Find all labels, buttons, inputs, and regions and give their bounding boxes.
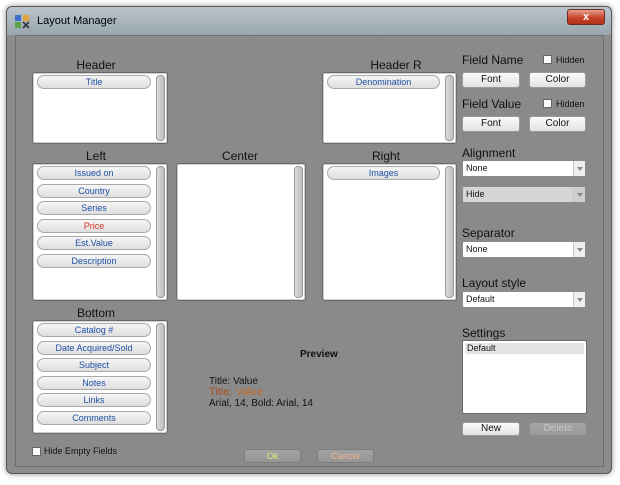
right-field-item[interactable]: Images: [327, 166, 440, 180]
field-name-label: Field Name: [462, 53, 524, 67]
left-field-item[interactable]: Description: [37, 253, 151, 268]
settings-new-button[interactable]: New: [462, 422, 520, 436]
bottom-field-item[interactable]: Comments: [37, 410, 151, 425]
settings-list[interactable]: Default: [462, 340, 587, 414]
header-r-items: Denomination: [327, 75, 440, 93]
field-value-label: Field Value: [462, 97, 522, 111]
right-scrollbar[interactable]: [445, 166, 454, 298]
cancel-button[interactable]: Cancel: [317, 449, 374, 463]
content-panel: Header Title Header R Denomination Left …: [15, 35, 604, 467]
header-label: Header: [76, 58, 116, 72]
left-field-item[interactable]: Est.Value: [37, 236, 151, 250]
field-name-color-button[interactable]: Color: [529, 72, 586, 88]
field-name-hidden-checkbox[interactable]: [543, 55, 552, 64]
preview-field-value: Value: [235, 386, 263, 398]
header-scrollbar[interactable]: [156, 75, 165, 141]
header-list[interactable]: Title: [32, 72, 168, 144]
bottom-label: Bottom: [76, 306, 115, 320]
left-items: Issued on Country Series Price Est.Value Desc…: [37, 166, 151, 271]
field-value-hidden-checkbox[interactable]: [543, 99, 552, 108]
hide-empty-fields-label: Hide Empty Fields: [44, 446, 118, 456]
title-bar[interactable]: Layout Manager x: [7, 7, 611, 35]
preview-line-2: Title: Value: [209, 386, 263, 398]
left-field-item[interactable]: Series: [37, 201, 151, 215]
center-label: Center: [221, 149, 259, 163]
bottom-list[interactable]: Catalog # Date Acquired/Sold Subject Notes L…: [32, 320, 168, 434]
bottom-scrollbar[interactable]: [156, 323, 165, 431]
settings-label: Settings: [462, 326, 506, 340]
layout-style-select[interactable]: Default: [462, 291, 586, 308]
preview-line-3: Arial, 14, Bold: Arial, 14: [209, 398, 313, 409]
left-scrollbar[interactable]: [156, 166, 165, 298]
layout-style-value: Default: [466, 294, 495, 304]
field-value-color-button[interactable]: Color: [529, 116, 586, 132]
ok-button[interactable]: Ok: [244, 449, 301, 463]
center-scrollbar[interactable]: [294, 166, 303, 298]
settings-item-default[interactable]: Default: [465, 343, 584, 354]
settings-delete-button[interactable]: Delete: [529, 422, 587, 436]
app-icon: [15, 15, 30, 29]
hide-empty-fields-checkbox[interactable]: [32, 447, 41, 456]
layout-manager-window: Layout Manager x Header Title Header R D…: [6, 6, 612, 474]
left-field-item[interactable]: Country: [37, 183, 151, 198]
bottom-field-item[interactable]: Subject: [37, 358, 151, 372]
right-items: Images: [327, 166, 440, 184]
preview-title: Preview: [300, 349, 338, 360]
left-label: Left: [85, 149, 106, 163]
right-label: Right: [371, 149, 400, 163]
close-button[interactable]: x: [567, 9, 605, 25]
alignment-hide-value: Hide: [466, 189, 485, 199]
left-field-item[interactable]: Issued on: [37, 166, 151, 180]
field-name-hidden-label: Hidden: [556, 55, 585, 65]
field-value-hidden-label: Hidden: [556, 99, 585, 109]
left-list[interactable]: Issued on Country Series Price Est.Value Desc…: [32, 163, 168, 301]
alignment-hide-select[interactable]: Hide: [462, 186, 586, 203]
bottom-field-item[interactable]: Date Acquired/Sold: [37, 340, 151, 355]
chevron-down-icon: [573, 242, 585, 257]
window-title: Layout Manager: [37, 15, 117, 27]
bottom-items: Catalog # Date Acquired/Sold Subject Notes L…: [37, 323, 151, 428]
field-value-font-button[interactable]: Font: [462, 116, 520, 132]
bottom-field-item[interactable]: Notes: [37, 375, 151, 390]
chevron-down-icon: [573, 161, 585, 176]
chevron-down-icon: [573, 187, 585, 202]
alignment-label: Alignment: [462, 146, 516, 160]
chevron-down-icon: [573, 292, 585, 307]
right-list[interactable]: Images: [322, 163, 457, 301]
header-r-field-item[interactable]: Denomination: [327, 75, 440, 89]
header-r-scrollbar[interactable]: [445, 75, 454, 141]
bottom-field-item[interactable]: Catalog #: [37, 323, 151, 337]
header-items: Title: [37, 75, 151, 93]
layout-style-label: Layout style: [462, 276, 527, 290]
separator-value: None: [466, 244, 488, 254]
alignment-select[interactable]: None: [462, 160, 586, 177]
separator-label: Separator: [462, 226, 515, 240]
close-icon: x: [582, 11, 590, 23]
preview-field-name: Title:: [209, 386, 233, 398]
header-r-list[interactable]: Denomination: [322, 72, 457, 144]
left-field-item[interactable]: Price: [37, 218, 151, 233]
field-name-font-button[interactable]: Font: [462, 72, 520, 88]
separator-select[interactable]: None: [462, 241, 586, 258]
bottom-field-item[interactable]: Links: [37, 393, 151, 407]
center-list[interactable]: [176, 163, 306, 301]
header-field-item[interactable]: Title: [37, 75, 151, 89]
header-r-label: Header R: [370, 58, 422, 72]
alignment-value: None: [466, 163, 488, 173]
